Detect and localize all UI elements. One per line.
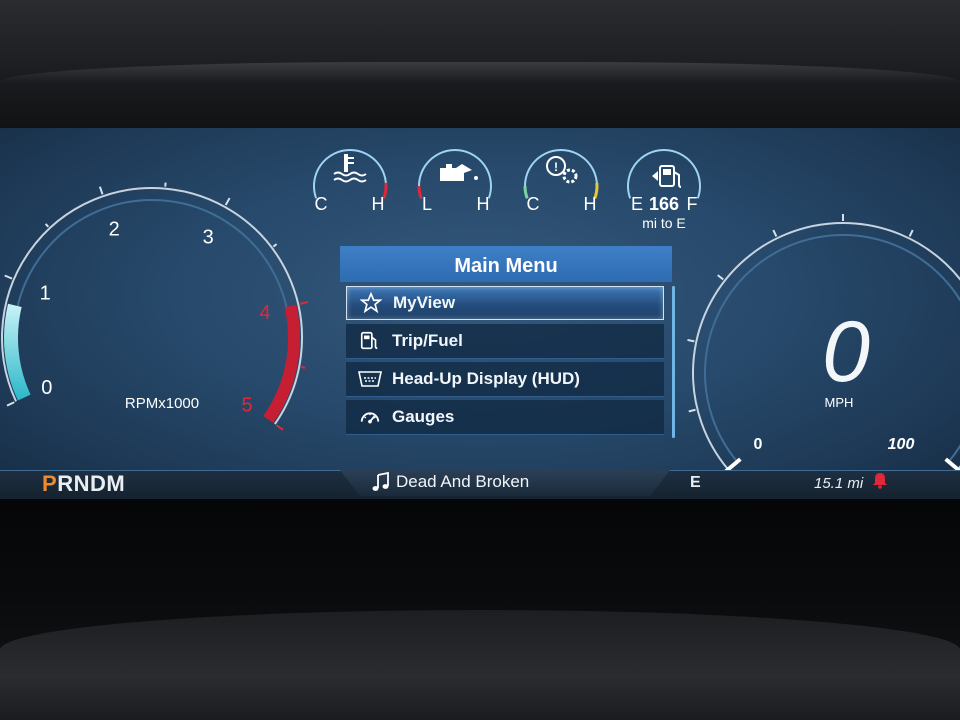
tach-tick <box>98 186 104 195</box>
menu-item-gauges[interactable]: Gauges <box>346 400 664 435</box>
transmission-gear-icon: ! <box>546 156 578 184</box>
oil-high-label: H <box>477 194 490 214</box>
tach-tick-label-5: 5 <box>241 395 252 417</box>
coolant-low-label: C <box>315 194 328 214</box>
fuel-high-label: F <box>687 194 698 214</box>
fuel-gauge: E 166 F mi to E <box>627 149 701 231</box>
now-playing-title: Dead And Broken <box>396 472 530 491</box>
transmission-temp-gauge: ! C H <box>523 149 599 214</box>
coolant-high-label: H <box>372 194 385 214</box>
speed-unit: MPH <box>825 395 854 410</box>
tach-tick <box>4 274 13 280</box>
hud-windshield-icon <box>356 367 384 391</box>
tachometer-rpm-sweep <box>3 303 31 401</box>
tach-tick-label-2: 2 <box>109 218 120 240</box>
now-playing: Dead And Broken <box>372 470 529 494</box>
fuel-range-value: 166 <box>649 194 679 214</box>
speed-min-label: 0 <box>754 436 763 453</box>
menu-item-hud[interactable]: Head-Up Display (HUD) <box>346 362 664 397</box>
menu-item-label: Trip/Fuel <box>392 331 463 350</box>
tach-tick-label-4: 4 <box>259 302 270 324</box>
svg-text:!: ! <box>554 160 558 174</box>
coolant-temp-icon <box>333 154 367 183</box>
star-icon <box>357 291 385 315</box>
speed-tick <box>717 274 724 281</box>
gear-indicator: PRNDM <box>42 470 125 498</box>
tach-tick <box>301 366 306 369</box>
menu-item-myview[interactable]: MyView <box>346 286 664 320</box>
tach-tick <box>6 401 15 407</box>
oil-low-label: L <box>422 194 432 214</box>
trans-high-label: H <box>584 194 597 214</box>
bell-alert-icon <box>871 471 889 497</box>
dash-shelf <box>0 610 960 720</box>
tach-tick <box>275 424 284 431</box>
main-menu-title: Main Menu <box>340 246 672 282</box>
fuel-pump-icon <box>652 165 682 188</box>
tachometer: 0 1 2 3 4 5 RPMx1000 <box>0 182 309 431</box>
tach-tick-label-3: 3 <box>203 227 214 249</box>
menu-scrollbar[interactable] <box>672 286 675 438</box>
tach-tick <box>224 197 231 206</box>
tach-tick <box>44 223 50 228</box>
compass-heading: E <box>690 474 701 491</box>
music-note-icon <box>372 472 390 492</box>
speed-tick <box>908 229 914 237</box>
tachometer-unit-label: RPMx1000 <box>125 395 199 412</box>
coolant-temp-gauge: C H <box>313 149 388 214</box>
fuel-low-label: E <box>631 194 643 214</box>
gear-other-positions: RNDM <box>57 471 126 496</box>
instrument-cluster-screen: 0 1 2 3 4 5 RPMx1000 0 MPH 0 100 C H L H… <box>0 128 960 498</box>
menu-item-label: MyView <box>393 293 456 312</box>
main-menu: Main Menu MyView Trip/Fuel Head-Up Displ… <box>340 246 672 436</box>
oil-can-icon <box>440 164 478 181</box>
trip-odometer: 15.1 mi <box>814 472 889 496</box>
speedometer: 0 MPH 0 100 <box>687 214 960 476</box>
tach-tick-label-1: 1 <box>40 283 51 305</box>
gear-selected: P <box>42 471 58 496</box>
speed-max-label: 100 <box>888 436 915 453</box>
speed-value: 0 <box>822 304 870 400</box>
menu-item-label: Head-Up Display (HUD) <box>392 369 580 388</box>
trans-low-label: C <box>527 194 540 214</box>
menu-item-label: Gauges <box>392 407 455 426</box>
menu-item-trip-fuel[interactable]: Trip/Fuel <box>346 324 664 359</box>
trip-distance: 15.1 mi <box>814 475 864 492</box>
speed-tick <box>772 229 778 237</box>
fuel-pump-icon <box>356 329 384 353</box>
tach-tick <box>299 301 309 305</box>
speed-tick <box>688 408 696 413</box>
gauge-icon <box>356 405 384 429</box>
fuel-range-label: mi to E <box>642 215 686 231</box>
tach-tick <box>272 243 278 248</box>
tachometer-inner-ring <box>13 199 291 418</box>
oil-pressure-low-zone <box>417 185 423 199</box>
tach-tick-label-0: 0 <box>41 377 52 399</box>
speed-tick <box>687 338 695 343</box>
oil-pressure-gauge: L H <box>417 149 492 214</box>
